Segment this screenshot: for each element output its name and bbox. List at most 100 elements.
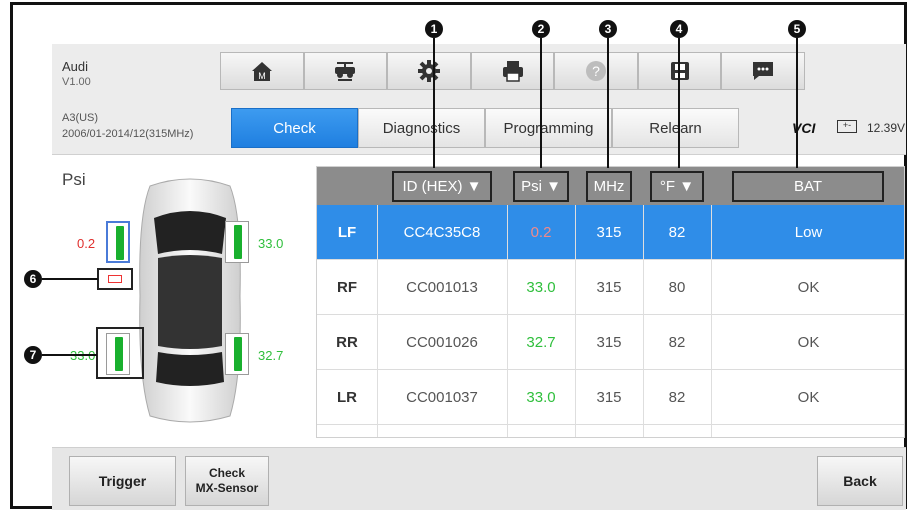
cell-id: CC001026 [406,333,478,351]
tab-diagnostics[interactable]: Diagnostics [358,108,485,148]
function-tabs: Check Diagnostics Programming Relearn [231,108,739,148]
callout-7-line [42,354,97,356]
table-row[interactable]: RR CC001026 32.7 315 82 OK [317,315,904,370]
vehicle-model: A3(US) [62,112,99,124]
cell-position: RR [336,333,358,351]
battery-voltage: 12.39V [867,121,906,135]
toolbar: M ? [220,52,806,90]
svg-text:?: ? [592,63,600,79]
back-button[interactable]: Back [817,456,903,506]
cell-id: CC001037 [406,388,478,406]
message-button[interactable] [721,52,806,90]
column-divider [377,205,378,437]
callout-3: 3 [599,20,617,38]
home-button[interactable]: M [220,52,304,90]
cell-mhz: 315 [596,333,622,351]
home-icon: M [251,62,272,81]
vehicle-lift-button[interactable] [303,52,388,90]
callout-5-line [796,38,798,168]
cell-temp: 82 [668,223,686,241]
table-row[interactable]: LR CC001037 33.0 315 82 OK [317,370,904,425]
col-header-id-label: ID (HEX) [402,177,463,195]
tire-rf-value: 33.0 [258,236,284,251]
callout-1: 1 [425,20,443,38]
cell-mhz: 315 [596,388,622,406]
cell-bat: Low [794,223,823,241]
sensor-table: ID (HEX) ▼ Psi ▼ MHz °F ▼ BAT LF CC4C35C… [316,166,905,438]
callout-7: 7 [24,346,42,364]
table-header: ID (HEX) ▼ Psi ▼ MHz °F ▼ BAT [317,167,904,205]
tire-rr-indicator[interactable] [225,333,249,375]
callout-box-7 [96,327,144,379]
low-battery-icon [97,268,133,290]
callout-4-line [678,38,680,168]
vehicle-lift-icon [335,62,356,81]
cell-position: LR [337,388,357,406]
vehicle-make: Audi [62,59,89,74]
cell-position: LF [337,223,357,241]
vehicle-range: 2006/01-2014/12(315MHz) [62,128,194,140]
tab-check[interactable]: Check [231,108,358,148]
callout-4: 4 [670,20,688,38]
check-mx-sensor-line2: MX-Sensor [195,481,259,495]
tire-rr-value: 32.7 [258,348,284,363]
callout-2-line [540,38,542,168]
callout-2: 2 [532,20,550,38]
cell-psi: 33.0 [526,278,556,296]
callout-6-line [42,278,98,280]
tire-rf-indicator[interactable] [225,221,249,263]
tire-lf-indicator[interactable] [106,221,130,263]
vehicle-version: V1.00 [62,76,91,88]
cell-bat: OK [797,333,820,351]
cell-id: CC001013 [406,278,478,296]
cell-mhz: 315 [596,223,622,241]
cell-temp: 80 [668,278,686,296]
tire-lf-value: 0.2 [77,236,96,251]
cell-temp: 82 [668,333,686,351]
trigger-button[interactable]: Trigger [69,456,176,506]
column-divider [575,205,576,437]
col-header-bat-label: BAT [731,170,885,202]
col-header-id[interactable]: ID (HEX) ▼ [377,167,507,205]
settings-button[interactable] [387,52,471,90]
col-header-psi[interactable]: Psi ▼ [507,167,575,205]
col-header-temp-label: °F [659,177,676,195]
column-divider [507,205,508,437]
cell-psi: 32.7 [526,333,556,351]
tab-relearn[interactable]: Relearn [612,108,739,148]
pressure-unit-label: Psi [62,170,86,189]
cell-psi: 33.0 [526,388,556,406]
battery-icon: +- [837,120,857,133]
cell-psi: 0.2 [530,223,552,241]
tab-programming[interactable]: Programming [485,108,612,148]
col-header-temp[interactable]: °F ▼ [643,167,711,205]
car-top-view-icon [139,178,241,423]
callout-5: 5 [788,20,806,38]
column-divider [711,205,712,437]
callout-6: 6 [24,270,42,288]
col-header-mhz: MHz [575,167,643,205]
cell-position: RF [337,278,357,296]
gear-icon [417,60,440,82]
help-icon: ? [586,61,607,81]
bottom-bar [52,447,906,510]
col-header-mhz-label: MHz [585,170,633,202]
svg-text:M: M [258,71,266,81]
message-icon [753,62,774,80]
cell-mhz: 315 [596,278,622,296]
help-button[interactable]: ? [554,52,638,90]
check-mx-sensor-line1: Check [208,466,246,480]
col-header-bat: BAT [717,167,899,205]
printer-icon [502,61,523,82]
column-divider [643,205,644,437]
cell-id: CC4C35C8 [403,223,481,241]
callout-3-line [607,38,609,168]
cell-temp: 82 [668,388,686,406]
cell-bat: OK [797,278,820,296]
table-row[interactable]: RF CC001013 33.0 315 80 OK [317,260,904,315]
cell-bat: OK [797,388,820,406]
table-row[interactable]: LF CC4C35C8 0.2 315 82 Low [317,205,904,260]
check-mx-sensor-button[interactable]: Check MX-Sensor [185,456,269,506]
callout-1-line [433,38,435,168]
col-header-psi-label: Psi [521,177,542,195]
